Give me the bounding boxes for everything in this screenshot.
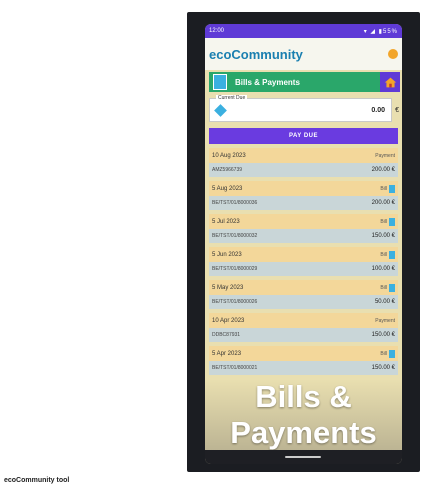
status-bar: 12:00 ▾ ◢ ▮55%: [205, 24, 402, 38]
list-item[interactable]: 10 Apr 2023 Payment DDBC87931 150.00 €: [209, 313, 398, 342]
logo-text: ecoCommunity: [209, 46, 303, 62]
entry-date: 5 Jun 2023: [212, 251, 242, 258]
entry-reference: BE/TST/01/8000032: [212, 233, 258, 239]
entry-amount: 100.00 €: [371, 266, 395, 272]
entry-type-wrap: Payment: [375, 318, 395, 324]
document-icon: [213, 74, 227, 90]
list-item[interactable]: 5 Aug 2023 Bill BE/TST/01/8000036 200.00 €: [209, 181, 398, 210]
entry-date: 10 Aug 2023: [212, 152, 246, 159]
entry-detail: BE/TST/01/8000021 150.00 €: [209, 361, 398, 375]
status-icons: ▾ ◢ ▮55%: [363, 28, 398, 35]
entry-amount: 150.00 €: [371, 365, 395, 371]
entry-type-wrap: Bill: [380, 250, 395, 259]
entry-amount: 150.00 €: [371, 233, 395, 239]
navigation-bar: [205, 450, 402, 464]
entry-type-wrap: Bill: [380, 184, 395, 193]
bill-icon: [389, 184, 395, 193]
entry-reference: BE/TST/01/8000026: [212, 299, 258, 305]
entry-type-wrap: Payment: [375, 153, 395, 159]
entry-detail: BE/TST/01/8000029 100.00 €: [209, 262, 398, 276]
overlay-line-2: Payments: [230, 415, 377, 450]
video-frame: 12:00 ▾ ◢ ▮55% ecoCommunity Bills & Paym…: [187, 12, 420, 472]
list-item[interactable]: 10 Aug 2023 Payment AMZ5966739 200.00 €: [209, 148, 398, 177]
entry-header: 5 Jun 2023 Bill: [209, 247, 398, 262]
bill-icon: [389, 283, 395, 292]
list-item[interactable]: 5 Jul 2023 Bill BE/TST/01/8000032 150.00 €: [209, 214, 398, 243]
entry-detail: BE/TST/01/8000036 200.00 €: [209, 196, 398, 210]
entry-header: 5 Jul 2023 Bill: [209, 214, 398, 229]
current-due-value: 0.00: [371, 107, 385, 114]
home-button[interactable]: [380, 72, 400, 92]
app-logo: ecoCommunity: [209, 47, 303, 62]
home-gesture-handle[interactable]: [285, 456, 321, 458]
entry-type: Bill: [380, 185, 387, 192]
pay-due-button[interactable]: PAY DUE: [209, 128, 398, 144]
entry-reference: AMZ5966739: [212, 167, 243, 173]
entry-type: Bill: [380, 284, 387, 291]
bill-icon: [389, 217, 395, 226]
entry-header: 5 Aug 2023 Bill: [209, 181, 398, 196]
phone-screen: 12:00 ▾ ◢ ▮55% ecoCommunity Bills & Paym…: [205, 24, 402, 464]
tag-icon: [214, 104, 227, 117]
current-due-field: Current Due 0.00 €: [209, 95, 399, 122]
entry-date: 5 May 2023: [212, 284, 244, 291]
page-title-bar: Bills & Payments: [209, 72, 400, 92]
partner-mark-icon: [388, 49, 398, 59]
home-icon: [384, 77, 396, 87]
transactions-list: 10 Aug 2023 Payment AMZ5966739 200.00 €5 Au…: [205, 148, 402, 375]
entry-amount: 50.00 €: [374, 299, 395, 305]
overlay-line-1: Bills &: [255, 379, 352, 414]
bill-icon: [389, 250, 395, 259]
entry-reference: DDBC87931: [212, 332, 241, 338]
entry-amount: 200.00 €: [371, 167, 395, 173]
partner-logo: [388, 49, 398, 59]
entry-detail: DDBC87931 150.00 €: [209, 328, 398, 342]
entry-type-wrap: Bill: [380, 217, 395, 226]
entry-type: Payment: [375, 152, 395, 159]
bill-icon: [389, 349, 395, 358]
entry-date: 10 Apr 2023: [212, 317, 245, 324]
entry-header: 10 Apr 2023 Payment: [209, 313, 398, 328]
logo-bar: ecoCommunity: [205, 38, 402, 70]
entry-detail: BE/TST/01/8000026 50.00 €: [209, 295, 398, 309]
entry-type: Bill: [380, 350, 387, 357]
entry-type-wrap: Bill: [380, 349, 395, 358]
title-overlay: Bills & Payments: [205, 379, 402, 451]
entry-type: Payment: [375, 317, 395, 324]
entry-amount: 200.00 €: [371, 200, 395, 206]
current-due-label: Current Due: [216, 95, 248, 101]
entry-detail: BE/TST/01/8000032 150.00 €: [209, 229, 398, 243]
entry-reference: BE/TST/01/8000036: [212, 200, 258, 206]
page-title: Bills & Payments: [235, 77, 300, 87]
entry-date: 5 Jul 2023: [212, 218, 240, 225]
entry-type: Bill: [380, 218, 387, 225]
entry-header: 10 Aug 2023 Payment: [209, 148, 398, 163]
entry-header: 5 Apr 2023 Bill: [209, 346, 398, 361]
entry-reference: BE/TST/01/8000029: [212, 266, 258, 272]
caption: ecoCommunity tool: [4, 477, 70, 484]
entry-amount: 150.00 €: [371, 332, 395, 338]
list-item[interactable]: 5 May 2023 Bill BE/TST/01/8000026 50.00 €: [209, 280, 398, 309]
entry-type: Bill: [380, 251, 387, 258]
currency-symbol: €: [395, 107, 399, 114]
entry-reference: BE/TST/01/8000021: [212, 365, 258, 371]
status-time: 12:00: [209, 28, 225, 34]
entry-date: 5 Apr 2023: [212, 350, 242, 357]
entry-header: 5 May 2023 Bill: [209, 280, 398, 295]
list-item[interactable]: 5 Apr 2023 Bill BE/TST/01/8000021 150.00 €: [209, 346, 398, 375]
list-item[interactable]: 5 Jun 2023 Bill BE/TST/01/8000029 100.00 €: [209, 247, 398, 276]
entry-date: 5 Aug 2023: [212, 185, 243, 192]
entry-type-wrap: Bill: [380, 283, 395, 292]
entry-detail: AMZ5966739 200.00 €: [209, 163, 398, 177]
